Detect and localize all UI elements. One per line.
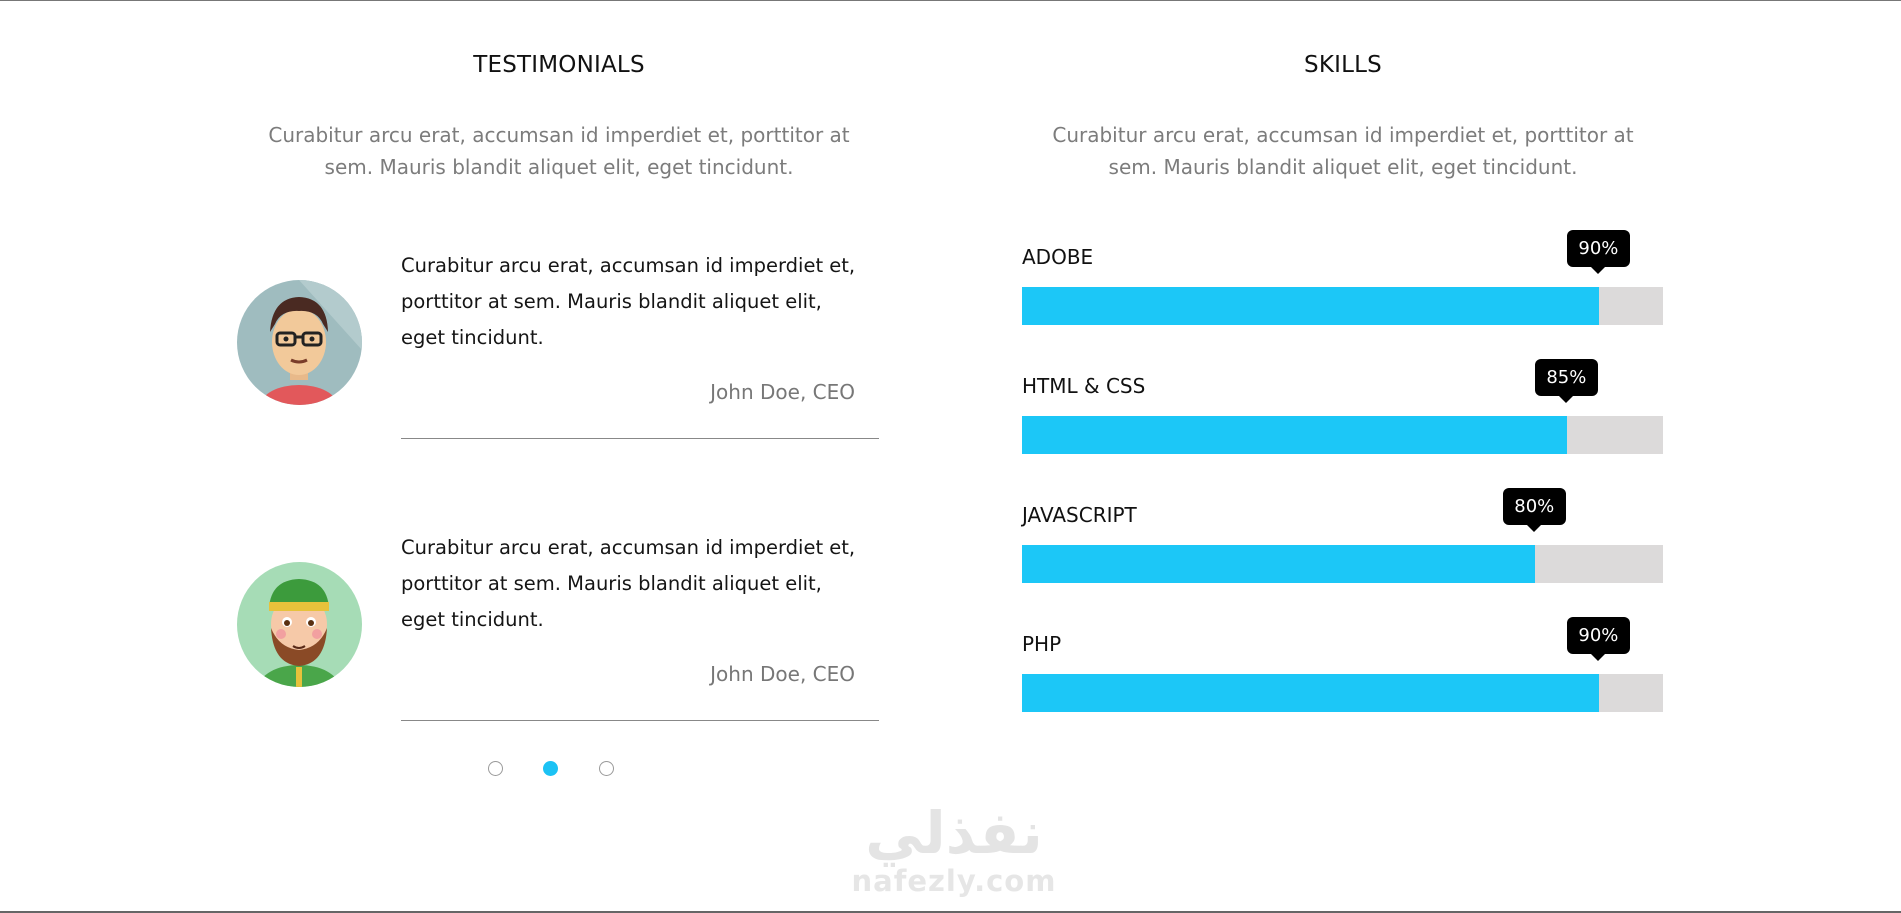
watermark-arabic: نفذلي [865, 799, 1043, 867]
testimonial-item: Curabitur arcu erat, accumsan id imperdi… [237, 248, 879, 448]
skills-intro: Curabitur arcu erat, accumsan id imperdi… [1052, 123, 1634, 179]
skill-percent-tooltip: 80% [1502, 488, 1566, 532]
top-border [0, 0, 1901, 1]
testimonial-quote: Curabitur arcu erat, accumsan id imperdi… [401, 254, 856, 349]
testimonials-title: TESTIMONIALS [473, 52, 645, 78]
skill-label: JAVASCRIPT [1022, 503, 1137, 527]
testimonial-divider [401, 720, 879, 721]
testimonial-divider [401, 438, 879, 439]
testimonials-intro: Curabitur arcu erat, accumsan id imperdi… [268, 123, 850, 179]
testimonial-item: Curabitur arcu erat, accumsan id imperdi… [237, 530, 879, 730]
skill-bar-track [1022, 416, 1663, 454]
pagination-dot[interactable] [488, 761, 503, 776]
skill-item: PHP 90% [1022, 617, 1663, 712]
skill-item: JAVASCRIPT 80% [1022, 488, 1663, 583]
testimonial-quote: Curabitur arcu erat, accumsan id imperdi… [401, 536, 856, 631]
skill-bar-fill [1022, 545, 1535, 583]
skill-bar-track [1022, 287, 1663, 325]
pagination-dot-active[interactable] [543, 761, 558, 776]
skill-bar-fill [1022, 674, 1599, 712]
skill-label: HTML & CSS [1022, 374, 1146, 398]
skill-percent-tooltip: 90% [1566, 617, 1630, 661]
skill-bar-track [1022, 674, 1663, 712]
skill-percent-tooltip: 90% [1566, 230, 1630, 274]
bearded-man-avatar-icon [237, 562, 362, 687]
pagination-dot[interactable] [599, 761, 614, 776]
man-glasses-avatar-icon [237, 280, 362, 405]
skill-percent-tooltip: 85% [1534, 359, 1598, 403]
skill-bar-fill [1022, 416, 1567, 454]
skill-bar-fill [1022, 287, 1599, 325]
skill-bar-track [1022, 545, 1663, 583]
skills-title: SKILLS [1304, 52, 1382, 78]
skill-item: ADOBE 90% [1022, 230, 1663, 325]
testimonial-author: John Doe, CEO [710, 380, 855, 404]
skill-item: HTML & CSS 85% [1022, 359, 1663, 454]
nafezly-watermark: نفذلي nafezly.com [844, 800, 1064, 896]
skill-label: PHP [1022, 632, 1062, 656]
testimonial-author: John Doe, CEO [710, 662, 855, 686]
skill-label: ADOBE [1022, 245, 1094, 269]
watermark-latin: nafezly.com [851, 864, 1057, 898]
